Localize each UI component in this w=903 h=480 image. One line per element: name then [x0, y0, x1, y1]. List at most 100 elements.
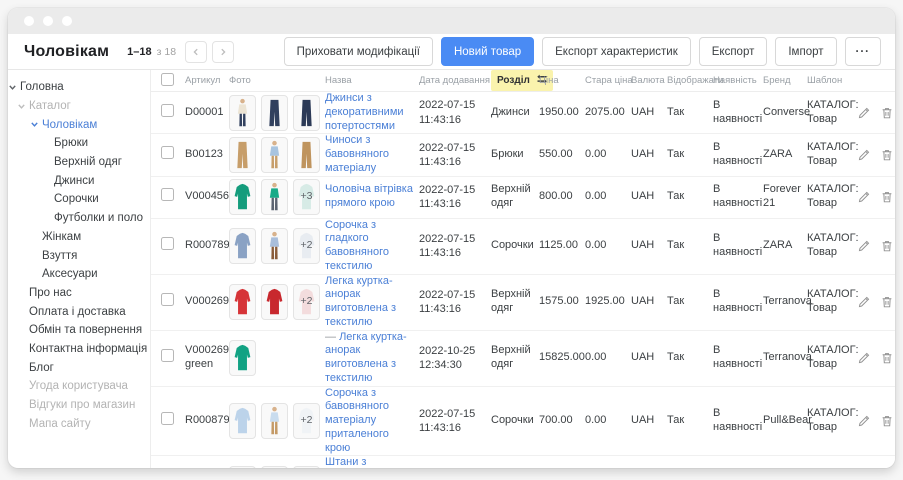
column-header-2[interactable]: Назва	[325, 75, 419, 86]
edit-button[interactable]	[857, 106, 871, 120]
hide-modifications-button[interactable]: Приховати модифікації	[284, 37, 433, 66]
product-photo-thumbnail[interactable]: +2	[293, 228, 320, 264]
product-name-link[interactable]: Сорочка з гладкого бавовняного текстилю	[325, 219, 389, 272]
product-photo-thumbnail[interactable]	[229, 137, 256, 173]
row-checkbox[interactable]	[161, 237, 174, 250]
delete-button[interactable]	[880, 239, 894, 253]
sidebar-item-1[interactable]: Каталог	[8, 97, 150, 116]
sidebar-item-16[interactable]: Угода користувача	[8, 377, 150, 396]
row-checkbox[interactable]	[161, 349, 174, 362]
edit-button[interactable]	[857, 414, 871, 428]
edit-button[interactable]	[857, 148, 871, 162]
column-header-5[interactable]: Ціна	[539, 75, 585, 86]
new-product-button[interactable]: Новий товар	[441, 37, 534, 66]
column-header-8[interactable]: Відображати	[667, 75, 713, 86]
product-photo-thumbnail[interactable]	[229, 403, 256, 439]
sidebar-item-5[interactable]: Джинси	[8, 171, 150, 190]
sidebar-item-12[interactable]: Оплата і доставка	[8, 302, 150, 321]
window-control-dot[interactable]	[43, 16, 53, 26]
row-actions	[857, 148, 895, 162]
chevron-down-icon	[8, 83, 17, 92]
column-header-1[interactable]: Фото	[229, 75, 325, 86]
product-name-link[interactable]: Штани з бавовняного матеріалу прямого кр…	[325, 456, 395, 468]
row-checkbox[interactable]	[161, 293, 174, 306]
delete-button[interactable]	[880, 351, 894, 365]
pagination-prev-button[interactable]	[185, 41, 207, 63]
window-control-dot[interactable]	[24, 16, 34, 26]
export-button[interactable]: Експорт	[699, 37, 768, 66]
row-checkbox[interactable]	[161, 146, 174, 159]
column-header-9[interactable]: Наявність	[713, 75, 763, 86]
column-header-7[interactable]: Валюта	[631, 75, 667, 86]
sidebar-item-11[interactable]: Про нас	[8, 284, 150, 303]
product-photo-thumbnail[interactable]	[261, 179, 288, 215]
pants-photo-icon	[296, 140, 317, 170]
product-photo-thumbnail[interactable]	[229, 466, 256, 468]
sidebar-item-3[interactable]: Брюки	[8, 134, 150, 153]
product-photo-thumbnail[interactable]: +2	[293, 403, 320, 439]
column-header-label: Фото	[229, 75, 251, 86]
sidebar-item-10[interactable]: Аксесуари	[8, 265, 150, 284]
import-button[interactable]: Імпорт	[775, 37, 836, 66]
column-header-0[interactable]: Артикул	[185, 75, 229, 86]
select-all-checkbox[interactable]	[161, 73, 174, 86]
product-photo-thumbnail[interactable]	[261, 228, 288, 264]
pagination-next-button[interactable]	[212, 41, 234, 63]
sidebar-item-13[interactable]: Обмін та повернення	[8, 321, 150, 340]
edit-button[interactable]	[857, 351, 871, 365]
column-header-4[interactable]: Розділ	[491, 70, 539, 91]
sidebar-item-0[interactable]: Головна	[8, 78, 150, 97]
sidebar-item-14[interactable]: Контактна інформація	[8, 340, 150, 359]
sidebar-item-15[interactable]: Блог	[8, 358, 150, 377]
sidebar-item-8[interactable]: Жінкам	[8, 228, 150, 247]
product-photo-thumbnail[interactable]	[229, 179, 256, 215]
product-photo-thumbnail[interactable]	[261, 466, 288, 468]
product-photo-thumbnail[interactable]: +2	[293, 466, 320, 468]
edit-button[interactable]	[857, 295, 871, 309]
delete-button[interactable]	[880, 295, 894, 309]
sidebar-item-9[interactable]: Взуття	[8, 246, 150, 265]
delete-button[interactable]	[880, 148, 894, 162]
row-checkbox[interactable]	[161, 104, 174, 117]
product-name-link[interactable]: Сорочка з бавовняного матеріалу притален…	[325, 387, 389, 454]
product-photo-thumbnail[interactable]	[229, 228, 256, 264]
product-photo-thumbnail[interactable]	[229, 95, 256, 131]
product-old-price: 0.00	[585, 190, 631, 204]
product-display-flag: Так	[667, 106, 713, 120]
window-control-dot[interactable]	[62, 16, 72, 26]
product-photo-thumbnail[interactable]: +2	[293, 284, 320, 320]
product-photo-thumbnail[interactable]: +3	[293, 179, 320, 215]
more-actions-button[interactable]: ···	[845, 37, 882, 66]
delete-button[interactable]	[880, 414, 894, 428]
column-header-3[interactable]: Дата додавання	[419, 75, 491, 86]
product-photo-thumbnail[interactable]	[229, 340, 256, 376]
product-photo-thumbnail[interactable]	[261, 95, 288, 131]
sidebar-item-4[interactable]: Верхній одяг	[8, 153, 150, 172]
product-photo-thumbnail[interactable]	[293, 137, 320, 173]
product-date-added: 2022-10-2512:34:30	[419, 344, 491, 373]
product-name-link[interactable]: Чиноси з бавовняного матеріалу	[325, 134, 389, 174]
column-header-6[interactable]: Стара ціна	[585, 75, 631, 86]
sidebar-item-6[interactable]: Сорочки	[8, 190, 150, 209]
product-photo-thumbnail[interactable]	[261, 284, 288, 320]
delete-button[interactable]	[880, 106, 894, 120]
delete-button[interactable]	[880, 190, 894, 204]
column-header-10[interactable]: Бренд	[763, 75, 807, 86]
sidebar-item-2[interactable]: Чоловікам	[8, 115, 150, 134]
product-name-link[interactable]: Чоловіча вітрівка прямого крою	[325, 183, 413, 209]
product-photo-thumbnail[interactable]	[229, 284, 256, 320]
sidebar-item-18[interactable]: Мапа сайту	[8, 414, 150, 433]
product-name-link[interactable]: Легка куртка-анорак виготовлена з тексти…	[325, 275, 396, 328]
sidebar-item-7[interactable]: Футболки и поло	[8, 209, 150, 228]
product-photo-thumbnail[interactable]	[293, 95, 320, 131]
export-characteristics-button[interactable]: Експорт характеристик	[542, 37, 691, 66]
row-checkbox[interactable]	[161, 412, 174, 425]
column-header-11[interactable]: Шаблон	[807, 75, 857, 86]
product-name-link[interactable]: Джинси з декоративними потертостями	[325, 92, 404, 132]
edit-button[interactable]	[857, 190, 871, 204]
product-photo-thumbnail[interactable]	[261, 403, 288, 439]
product-photo-thumbnail[interactable]	[261, 137, 288, 173]
sidebar-item-17[interactable]: Відгуки про магазин	[8, 396, 150, 415]
edit-button[interactable]	[857, 239, 871, 253]
row-checkbox[interactable]	[161, 188, 174, 201]
